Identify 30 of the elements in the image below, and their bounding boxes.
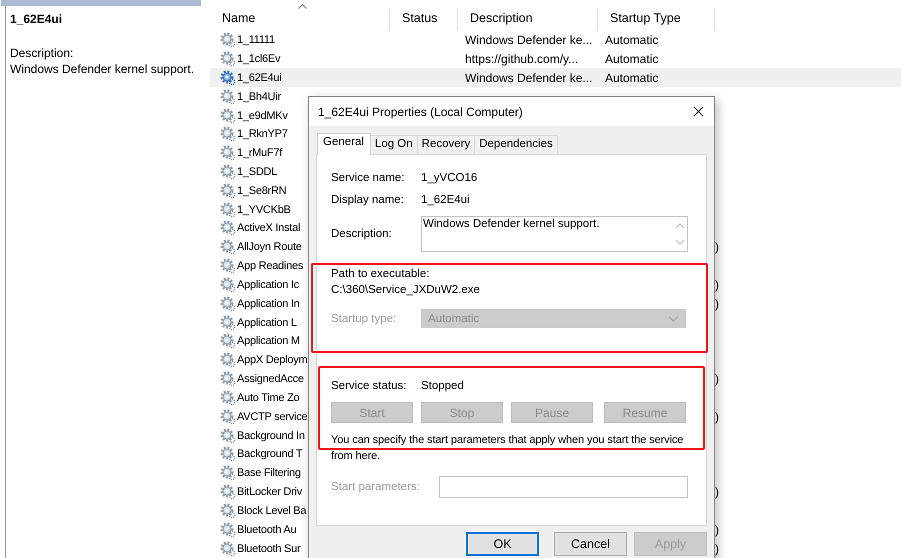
field-value: 1_62E4ui bbox=[421, 194, 470, 206]
table-cell-text: ) bbox=[715, 485, 720, 500]
service-title: 1_62E4ui bbox=[9, 11, 64, 26]
table-cell-text: Automatic bbox=[604, 52, 660, 66]
table-cell-text: ) bbox=[715, 240, 720, 254]
field-label: Path to executable: bbox=[331, 268, 430, 280]
description-label: Description: bbox=[9, 45, 74, 60]
field-label: Display name: bbox=[331, 194, 405, 206]
table-cell-text: ) bbox=[715, 542, 720, 556]
window-title: 1_62E4ui Properties (Local Computer) bbox=[318, 104, 523, 118]
field-label: Description: bbox=[331, 228, 393, 240]
table-cell-text: ) bbox=[715, 278, 720, 292]
field-label: Startup type: bbox=[331, 312, 398, 324]
field-value: Stopped bbox=[421, 380, 464, 392]
field-value: 1_yVCO16 bbox=[421, 172, 478, 184]
field-label: Service status: bbox=[331, 380, 408, 392]
table-cell-text: ) bbox=[715, 372, 720, 386]
table-cell-text: Automatic bbox=[604, 70, 660, 85]
field-label: Service name: bbox=[331, 172, 406, 184]
table-cell-text: https://github.com/y... bbox=[464, 52, 580, 66]
table-cell-text: Windows Defender ke... bbox=[464, 70, 594, 85]
table-cell-text: Windows Defender ke... bbox=[464, 33, 594, 48]
table-cell-text: ) bbox=[715, 522, 720, 537]
description-text: Windows Defender kernel support. bbox=[9, 61, 196, 76]
note-text: You can specify the start parameters that apply when you start the service from here. bbox=[331, 433, 684, 464]
path-value: C:\360\Service_JXDuW2.exe bbox=[331, 284, 481, 296]
table-cell-text: Automatic bbox=[604, 33, 660, 48]
table-cell-text: ) bbox=[715, 296, 720, 311]
table-cell-text: ) bbox=[715, 410, 720, 424]
field-label: Start parameters: bbox=[331, 481, 421, 493]
